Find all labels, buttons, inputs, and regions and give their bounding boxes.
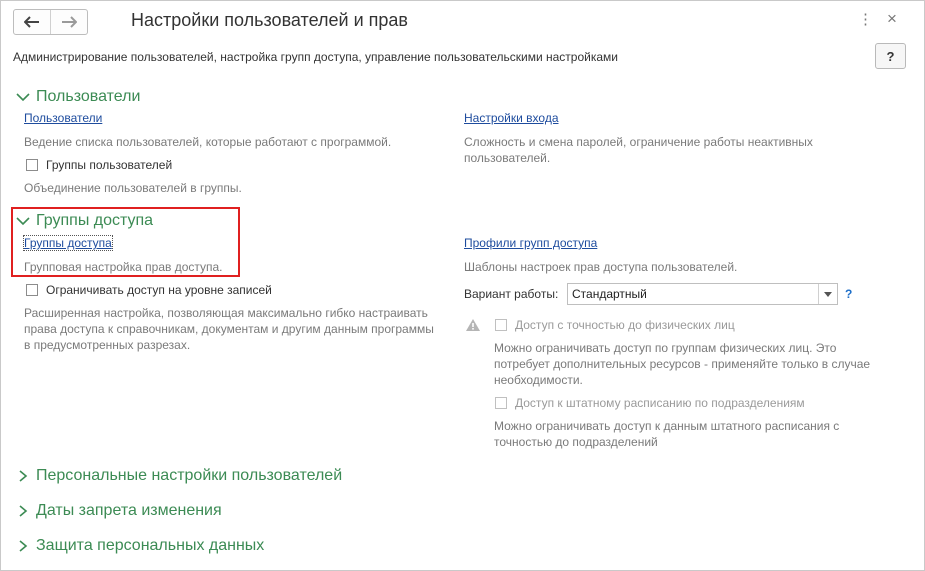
navigation-buttons [13, 9, 88, 35]
section-dates-header[interactable]: Даты запрета изменения [15, 502, 222, 520]
mode-label: Вариант работы: [464, 287, 559, 301]
more-menu-icon[interactable]: ⋮ [858, 10, 873, 28]
chevron-down-icon [16, 217, 30, 226]
chevron-right-icon [19, 540, 28, 552]
back-button[interactable] [14, 10, 50, 34]
profiles-note: Шаблоны настроек прав доступа пользовате… [464, 260, 738, 274]
checkbox-label: Группы пользователей [46, 158, 173, 172]
individuals-checkbox[interactable]: Доступ с точностью до физических лиц [495, 318, 735, 332]
chevron-right-icon [19, 505, 28, 517]
page-title: Настройки пользователей и прав [131, 10, 408, 30]
access-groups-link[interactable]: Группы доступа [23, 235, 113, 251]
user-groups-checkbox[interactable]: Группы пользователей [26, 158, 172, 172]
section-users-title: Пользователи [36, 88, 141, 105]
access-groups-note: Групповая настройка прав доступа. [24, 260, 223, 274]
checkbox-box[interactable] [495, 397, 507, 409]
record-level-checkbox[interactable]: Ограничивать доступ на уровне записей [26, 283, 272, 297]
section-access-groups-title: Группы доступа [36, 212, 154, 229]
section-dates-title: Даты запрета изменения [36, 502, 222, 519]
login-settings-note: Сложность и смена паролей, ограничение р… [464, 135, 813, 165]
checkbox-box[interactable] [495, 319, 507, 331]
chevron-right-icon [19, 470, 28, 482]
mode-help-icon[interactable]: ? [845, 287, 852, 301]
section-personal-title: Персональные настройки пользователей [36, 467, 343, 484]
arrow-left-icon [24, 16, 39, 28]
login-settings-link[interactable]: Настройки входа [464, 111, 559, 125]
section-access-groups-header[interactable]: Группы доступа [15, 212, 153, 230]
profiles-link[interactable]: Профили групп доступа [464, 236, 597, 250]
section-users-header[interactable]: Пользователи [15, 88, 140, 106]
user-groups-note: Объединение пользователей в группы. [24, 181, 242, 195]
page-description: Администрирование пользователей, настрой… [13, 50, 618, 64]
checkbox-box[interactable] [26, 284, 38, 296]
checkbox-label: Доступ с точностью до физических лиц [515, 318, 735, 332]
section-protection-header[interactable]: Защита персональных данных [15, 537, 264, 555]
dropdown-button[interactable] [818, 284, 837, 304]
mode-select[interactable]: Стандартный [567, 283, 838, 305]
section-protection-title: Защита персональных данных [36, 537, 265, 554]
staff-checkbox[interactable]: Доступ к штатному расписанию по подразде… [495, 396, 805, 410]
individuals-note: Можно ограничивать доступ по группам физ… [494, 341, 871, 387]
checkbox-label: Ограничивать доступ на уровне записей [46, 283, 272, 297]
mode-select-value: Стандартный [572, 287, 647, 301]
forward-button[interactable] [50, 10, 87, 34]
checkbox-label: Доступ к штатному расписанию по подразде… [515, 396, 805, 410]
users-link[interactable]: Пользователи [24, 111, 102, 125]
record-level-note: Расширенная настройка, позволяющая макси… [24, 306, 434, 352]
section-personal-header[interactable]: Персональные настройки пользователей [15, 467, 342, 485]
close-icon[interactable]: × [887, 9, 897, 29]
staff-note: Можно ограничивать доступ к данным штатн… [494, 419, 840, 449]
chevron-down-icon [824, 291, 832, 297]
chevron-down-icon [16, 93, 30, 102]
checkbox-box[interactable] [26, 159, 38, 171]
arrow-right-icon [62, 16, 77, 28]
users-note: Ведение списка пользователей, которые ра… [24, 135, 392, 149]
warning-icon [466, 319, 480, 331]
help-button[interactable]: ? [875, 43, 906, 69]
